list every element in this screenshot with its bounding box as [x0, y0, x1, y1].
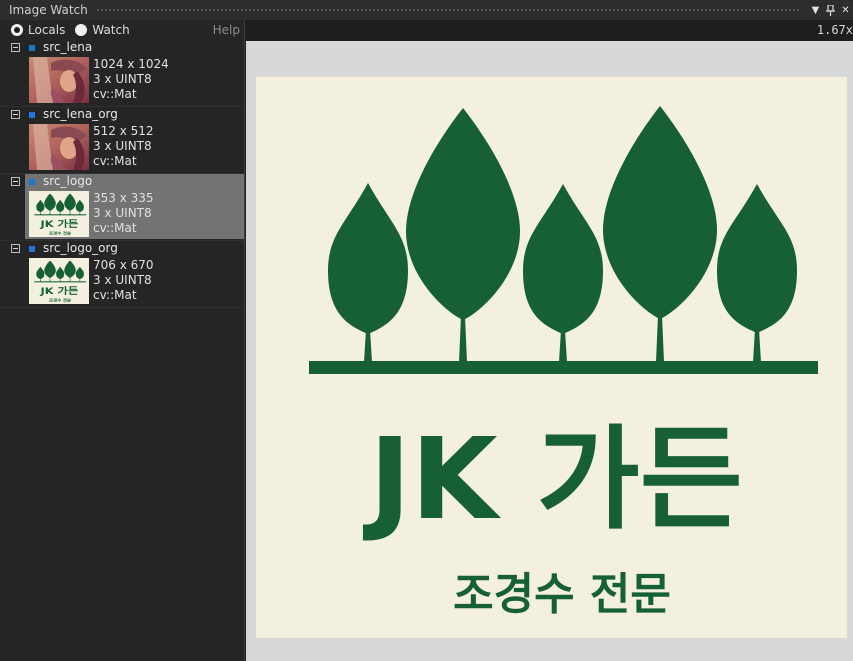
variable-name[interactable]: src_lena_org	[43, 107, 118, 121]
viewer-toolbar: 1.67x	[246, 20, 853, 41]
lena-thumbnail	[29, 124, 89, 170]
collapse-toggle-icon[interactable]	[11, 177, 20, 186]
image-viewer: 1.67x JK 가든조경수 전문	[246, 20, 853, 661]
close-icon[interactable]: ✕	[838, 0, 853, 20]
image-dimensions: 706 x 670	[93, 258, 154, 272]
logo-ground-bar	[309, 361, 818, 374]
help-link[interactable]: Help	[213, 23, 240, 37]
thumbnail-image[interactable]: JK 가든 조경수 전문	[29, 258, 89, 304]
variable-info: 512 x 512 3 x UINT8 cv::Mat	[93, 124, 154, 169]
variable-type: cv::Mat	[93, 288, 137, 302]
thumbnail-image[interactable]	[29, 57, 89, 103]
watch-label: Watch	[92, 23, 130, 37]
logo-image: JK 가든조경수 전문	[256, 77, 847, 638]
window-title: Image Watch	[9, 3, 88, 17]
variable-type: cv::Mat	[93, 87, 137, 101]
zoom-level: 1.67x	[816, 23, 853, 37]
image-dimensions: 512 x 512	[93, 124, 154, 138]
logo-thumbnail: JK 가든조경수 전문	[29, 191, 89, 237]
watch-list-panel: Locals Watch Help src_lena 1024 x 1024 3…	[0, 20, 245, 661]
list-item[interactable]: src_lena 1024 x 1024 3 x UINT8 cv::Mat	[0, 40, 244, 107]
image-channels: 3 x UINT8	[93, 206, 152, 220]
radio-unselected-icon	[75, 24, 88, 36]
variable-type: cv::Mat	[93, 221, 137, 235]
logo-thumbnail: JK 가든조경수 전문	[29, 258, 89, 304]
variable-info: 353 x 335 3 x UINT8 cv::Mat	[93, 191, 154, 236]
lena-thumbnail	[29, 57, 89, 103]
variable-info: 706 x 670 3 x UINT8 cv::Mat	[93, 258, 154, 303]
logo-ground-bar	[34, 214, 87, 216]
variable-name[interactable]: src_logo_org	[43, 241, 118, 255]
variable-info: 1024 x 1024 3 x UINT8 cv::Mat	[93, 57, 169, 102]
list-item[interactable]: src_logo JK 가든 조경수 전문 353 x 335 3 x UINT8…	[0, 174, 244, 241]
image-channels: 3 x UINT8	[93, 273, 152, 287]
collapse-toggle-icon[interactable]	[11, 244, 20, 253]
logo-subtitle: 조경수 전문	[453, 569, 671, 620]
drag-grip[interactable]	[95, 7, 800, 13]
image-dimensions: 353 x 335	[93, 191, 154, 205]
logo-title: JK 가든	[362, 415, 743, 545]
thumbnail-image[interactable]	[29, 124, 89, 170]
collapse-toggle-icon[interactable]	[11, 43, 20, 52]
list-item[interactable]: src_logo_org JK 가든 조경수 전문 706 x 670 3 x U…	[0, 241, 244, 308]
variable-type-icon	[29, 112, 35, 118]
logo-ground-bar	[34, 281, 87, 283]
locals-label: Locals	[28, 23, 66, 37]
variable-type-icon	[29, 45, 35, 51]
pin-icon[interactable]	[823, 0, 838, 20]
image-channels: 3 x UINT8	[93, 72, 152, 86]
radio-selected-icon	[11, 24, 23, 36]
image-list: src_lena 1024 x 1024 3 x UINT8 cv::Mat s…	[0, 40, 244, 308]
collapse-toggle-icon[interactable]	[11, 110, 20, 119]
variable-type-icon	[29, 179, 35, 185]
watch-radio[interactable]: Watch	[75, 23, 130, 37]
variable-name[interactable]: src_logo	[43, 174, 92, 188]
logo-title: JK 가든	[39, 285, 79, 297]
dropdown-icon[interactable]: ▼	[808, 0, 823, 20]
variable-name[interactable]: src_lena	[43, 40, 92, 54]
variable-type: cv::Mat	[93, 154, 137, 168]
list-item[interactable]: src_lena_org 512 x 512 3 x UINT8 cv::Mat	[0, 107, 244, 174]
image-canvas[interactable]: JK 가든조경수 전문	[256, 77, 847, 638]
variable-type-icon	[29, 246, 35, 252]
mode-bar: Locals Watch Help	[0, 20, 244, 40]
title-bar: Image Watch ▼ ✕	[0, 0, 853, 20]
logo-title: JK 가든	[39, 218, 79, 230]
locals-radio[interactable]: Locals	[11, 23, 65, 37]
image-dimensions: 1024 x 1024	[93, 57, 169, 71]
image-channels: 3 x UINT8	[93, 139, 152, 153]
thumbnail-image[interactable]: JK 가든 조경수 전문	[29, 191, 89, 237]
